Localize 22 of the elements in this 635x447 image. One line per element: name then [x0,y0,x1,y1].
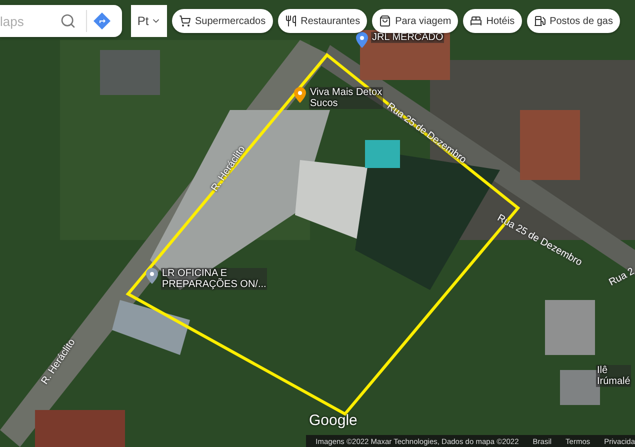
category-chip[interactable]: Restaurantes [278,9,368,33]
cutlery-icon [284,15,297,27]
map-pin-icon[interactable] [146,268,158,284]
bag-icon [379,15,392,27]
street-label: Rua 2 [607,266,635,288]
fuel-pump-icon [534,15,546,27]
cart-icon [179,15,191,27]
search-input[interactable]: laps [0,14,56,28]
layers-dropdown[interactable]: Pt [131,5,167,37]
place-label[interactable]: PREPARAÇÕES ON/... [161,279,268,290]
category-chip[interactable]: Postos de gas [526,9,620,33]
logo: Google [309,412,358,429]
category-chip[interactable]: Hotéis [463,9,522,33]
category-chip[interactable]: Para viagem [372,9,458,33]
map-pin-icon[interactable] [294,87,306,103]
category-chip[interactable]: Supermercados [172,9,273,33]
place-label[interactable]: JRL MERCADO [371,32,444,43]
bed-icon [470,15,482,27]
place-label[interactable]: Viva Mais Detox [309,87,384,98]
place-label[interactable]: Sucos [309,98,384,109]
place-label[interactable]: Irúmalé [596,376,632,387]
map-pin-icon[interactable] [356,32,368,48]
